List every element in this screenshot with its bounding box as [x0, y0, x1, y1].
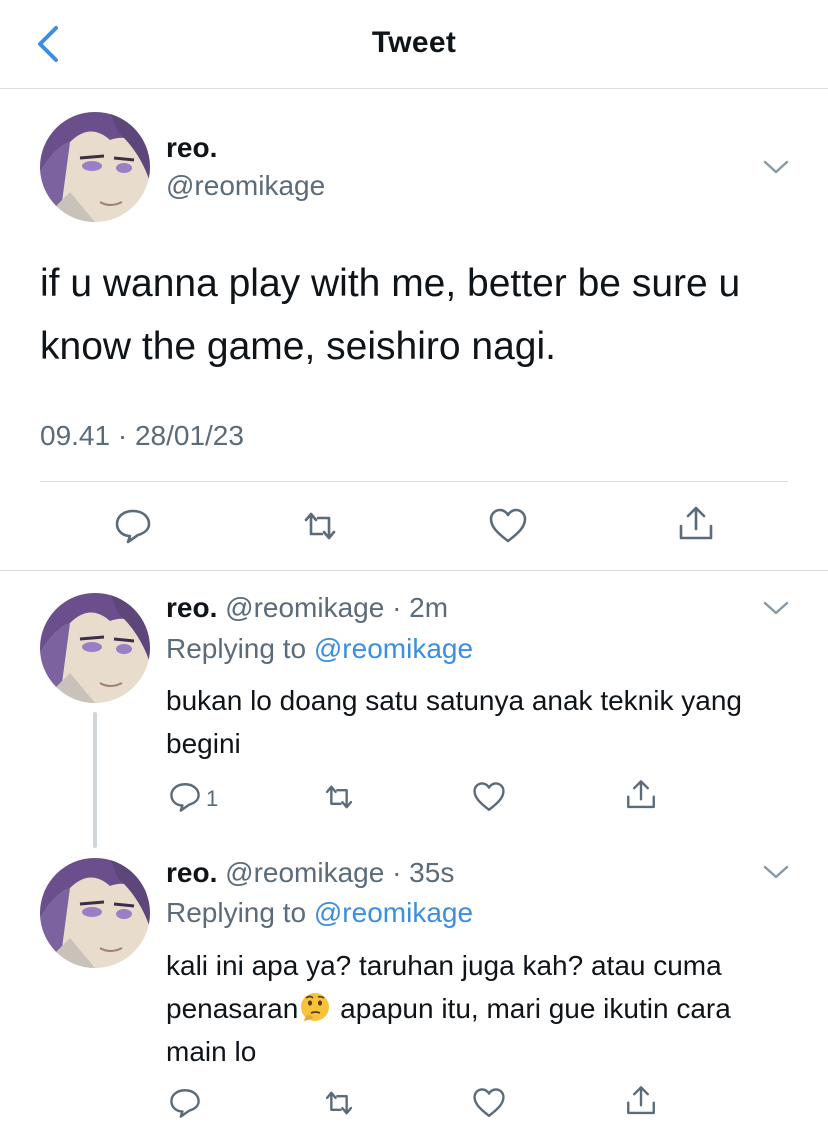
reply-icon[interactable] [113, 506, 153, 546]
replying-prefix: Replying to [166, 897, 307, 928]
share-icon[interactable] [624, 778, 658, 812]
author-name: reo. [166, 132, 218, 163]
chevron-down-icon[interactable] [762, 599, 790, 617]
replying-to: Replying to @reomikage [166, 897, 473, 929]
thread-line [93, 712, 97, 848]
reply-handle-time: @reomikage · 2m [225, 592, 449, 623]
chevron-down-icon[interactable] [762, 863, 790, 881]
thinking-face-icon [301, 993, 330, 1021]
reply-author-name: reo. [166, 592, 218, 623]
retweet-icon[interactable] [322, 1086, 356, 1120]
avatar[interactable] [40, 112, 150, 222]
retweet-icon[interactable] [300, 506, 340, 546]
reply-icon[interactable] [168, 780, 202, 814]
replying-to-link[interactable]: @reomikage [314, 897, 473, 928]
share-icon[interactable] [624, 1084, 658, 1118]
replying-to-link[interactable]: @reomikage [314, 633, 473, 664]
reply-author-name: reo. [166, 857, 218, 888]
navigation-bar: Tweet [0, 0, 828, 89]
chevron-down-icon[interactable] [762, 158, 790, 176]
retweet-icon[interactable] [322, 780, 356, 814]
reply-text: kali ini apa ya? taruhan juga kah? atau … [166, 944, 786, 1073]
avatar[interactable] [40, 593, 150, 703]
reply-icon[interactable] [168, 1086, 202, 1120]
like-icon[interactable] [472, 780, 506, 814]
reply-header: reo. @reomikage · 35s [166, 857, 454, 889]
tweet-text: if u wanna play with me, better be sure … [40, 262, 741, 368]
share-icon[interactable] [676, 504, 716, 544]
author-handle: @reomikage [166, 170, 326, 201]
divider [0, 570, 828, 571]
reply-header: reo. @reomikage · 2m [166, 592, 448, 624]
replying-prefix: Replying to [166, 633, 307, 664]
replying-to: Replying to @reomikage [166, 633, 473, 665]
reply-count: 1 [206, 786, 219, 811]
tweet-timestamp: 09.41 · 28/01/23 [40, 420, 244, 451]
divider [40, 481, 788, 482]
avatar[interactable] [40, 858, 150, 968]
like-icon[interactable] [488, 506, 528, 546]
reply-text: bukan lo doang satu satunya anak teknik … [166, 685, 742, 759]
page-title: Tweet [371, 26, 457, 59]
like-icon[interactable] [472, 1086, 506, 1120]
reply-handle-time: @reomikage · 35s [225, 857, 455, 888]
